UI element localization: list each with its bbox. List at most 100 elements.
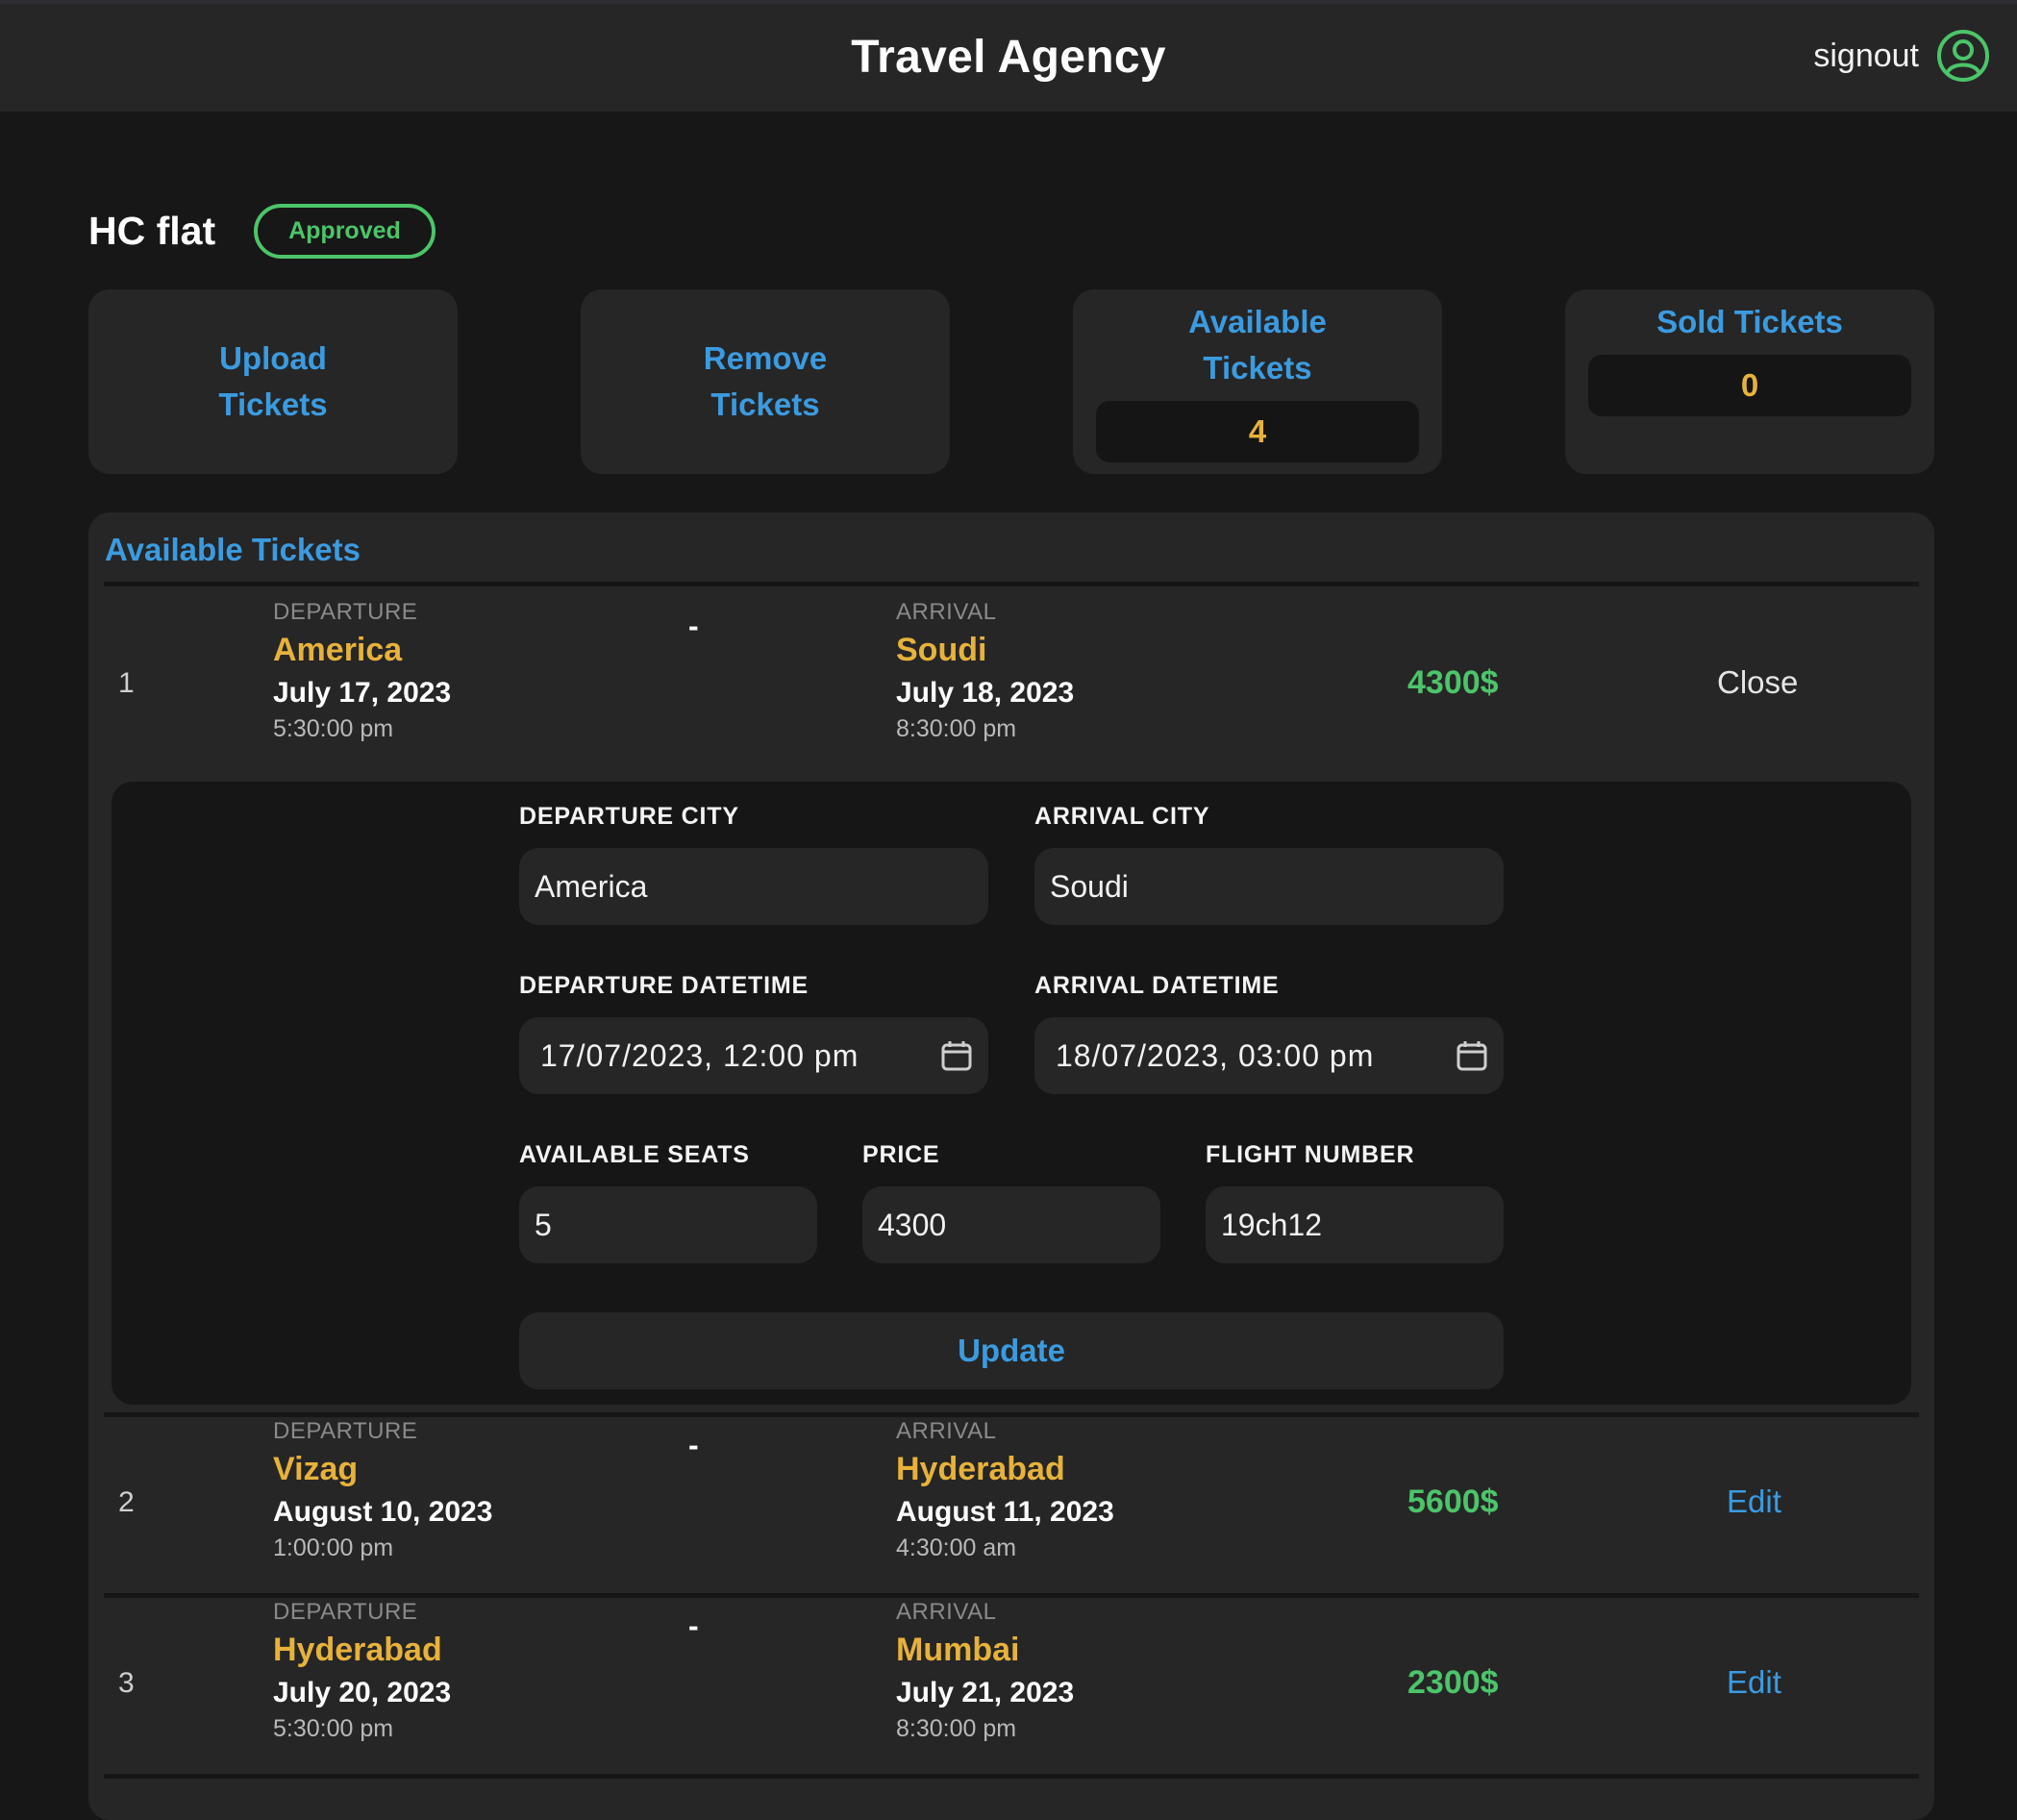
upload-tickets-label: Upload Tickets <box>218 340 328 422</box>
departure-info: DEPARTURE Hyderabad July 20, 2023 5:30:0… <box>273 1599 451 1743</box>
table-row: 2 DEPARTURE Vizag August 10, 2023 1:00:0… <box>104 1418 1919 1599</box>
departure-info: DEPARTURE Vizag August 10, 2023 1:00:00 … <box>273 1418 492 1562</box>
arrival-datetime-input[interactable]: 18/07/2023, 03:00 pm <box>1034 1017 1504 1094</box>
ticket-edit-form: DEPARTURE CITY America ARRIVAL CITY Soud… <box>112 782 1911 1405</box>
arrival-city-input[interactable]: Soudi <box>1034 848 1504 925</box>
remove-tickets-button[interactable]: Remove Tickets <box>581 289 950 474</box>
panel-title: Available Tickets <box>105 532 361 567</box>
available-seats-input[interactable]: 5 <box>519 1186 817 1263</box>
arrival-label: ARRIVAL <box>896 1418 997 1444</box>
signout-label: signout <box>1813 37 1919 74</box>
arrival-city: Hyderabad <box>896 1451 1065 1487</box>
summary-cards: Upload Tickets Remove Tickets Available … <box>88 289 1934 474</box>
top-bar: Travel Agency signout <box>0 4 2017 112</box>
sold-tickets-count: 0 <box>1588 355 1911 416</box>
price-value: 4300 <box>878 1207 947 1242</box>
available-tickets-panel: Available Tickets 1 DEPARTURE America Ju… <box>88 512 1934 1820</box>
departure-datetime-field: DEPARTURE DATETIME 17/07/2023, 12:00 pm <box>519 972 988 1094</box>
departure-datetime-input[interactable]: 17/07/2023, 12:00 pm <box>519 1017 988 1094</box>
price-input[interactable]: 4300 <box>862 1186 1160 1263</box>
row-index: 1 <box>118 667 135 699</box>
arrival-city-value: Soudi <box>1050 868 1129 904</box>
departure-date: July 20, 2023 <box>273 1677 452 1708</box>
calendar-icon[interactable] <box>1456 1039 1488 1072</box>
arrival-time: 4:30:00 am <box>896 1534 1017 1561</box>
divider <box>104 1412 1919 1417</box>
ticket-price: 5600$ <box>1407 1483 1499 1520</box>
arrival-datetime-label: ARRIVAL DATETIME <box>1034 972 1280 999</box>
available-seats-label: AVAILABLE SEATS <box>519 1141 750 1168</box>
arrival-datetime-field: ARRIVAL DATETIME 18/07/2023, 03:00 pm <box>1034 972 1504 1094</box>
remove-tickets-label: Remove Tickets <box>703 340 828 422</box>
edit-button[interactable]: Edit <box>1727 1664 1781 1701</box>
flight-number-field: FLIGHT NUMBER 19ch12 <box>1206 1141 1504 1263</box>
page-title: HC flat <box>88 209 216 253</box>
divider <box>104 1774 1919 1779</box>
arrival-date: August 11, 2023 <box>896 1496 1114 1528</box>
sold-tickets-label: Sold Tickets <box>1656 304 1843 339</box>
arrival-city-label: ARRIVAL CITY <box>1034 803 1210 830</box>
status-badge: Approved <box>254 204 436 259</box>
app-title: Travel Agency <box>851 32 1166 83</box>
arrival-time: 8:30:00 pm <box>896 1715 1017 1742</box>
page-heading: HC flat Approved <box>88 204 436 259</box>
departure-city: Vizag <box>273 1451 359 1487</box>
table-row: 3 DEPARTURE Hyderabad July 20, 2023 5:30… <box>104 1599 1919 1780</box>
price-field: PRICE 4300 <box>862 1141 1160 1263</box>
departure-time: 5:30:00 pm <box>273 1715 394 1742</box>
upload-tickets-button[interactable]: Upload Tickets <box>88 289 458 474</box>
arrival-label: ARRIVAL <box>896 1599 997 1625</box>
departure-city-label: DEPARTURE CITY <box>519 803 739 830</box>
route-separator: - <box>688 1428 699 1462</box>
route-separator: - <box>688 609 699 643</box>
row-index: 3 <box>118 1667 135 1699</box>
sold-tickets-card[interactable]: Sold Tickets 0 <box>1565 289 1934 474</box>
departure-city-value: America <box>535 868 648 904</box>
signout-button[interactable]: signout <box>1813 29 1990 83</box>
arrival-city: Soudi <box>896 632 987 668</box>
arrival-time: 8:30:00 pm <box>896 715 1017 742</box>
arrival-label: ARRIVAL <box>896 599 997 625</box>
departure-time: 1:00:00 pm <box>273 1534 394 1561</box>
departure-datetime-value: 17/07/2023, 12:00 pm <box>540 1037 859 1073</box>
flight-number-label: FLIGHT NUMBER <box>1206 1141 1415 1168</box>
table-row: 1 DEPARTURE America July 17, 2023 5:30:0… <box>104 599 1919 780</box>
departure-date: July 17, 2023 <box>273 677 452 709</box>
close-button[interactable]: Close <box>1717 664 1798 701</box>
arrival-city: Mumbai <box>896 1632 1020 1668</box>
arrival-datetime-value: 18/07/2023, 03:00 pm <box>1056 1037 1375 1073</box>
arrival-info: ARRIVAL Soudi July 18, 2023 8:30:00 pm <box>896 599 1074 743</box>
divider <box>104 582 1919 586</box>
arrival-info: ARRIVAL Mumbai July 21, 2023 8:30:00 pm <box>896 1599 1074 1743</box>
departure-info: DEPARTURE America July 17, 2023 5:30:00 … <box>273 599 451 743</box>
flight-number-value: 19ch12 <box>1221 1207 1322 1242</box>
edit-button[interactable]: Edit <box>1727 1483 1781 1520</box>
row-index: 2 <box>118 1486 135 1518</box>
calendar-icon[interactable] <box>940 1039 973 1072</box>
departure-city-field: DEPARTURE CITY America <box>519 803 988 925</box>
arrival-city-field: ARRIVAL CITY Soudi <box>1034 803 1504 925</box>
ticket-price: 2300$ <box>1407 1664 1499 1701</box>
departure-date: August 10, 2023 <box>273 1496 493 1528</box>
price-label: PRICE <box>862 1141 940 1168</box>
flight-number-input[interactable]: 19ch12 <box>1206 1186 1504 1263</box>
available-tickets-label: Available Tickets <box>1188 304 1327 386</box>
departure-city-input[interactable]: America <box>519 848 988 925</box>
departure-label: DEPARTURE <box>273 599 418 625</box>
arrival-date: July 21, 2023 <box>896 1677 1075 1708</box>
departure-datetime-label: DEPARTURE DATETIME <box>519 972 809 999</box>
available-tickets-card[interactable]: Available Tickets 4 <box>1073 289 1442 474</box>
update-button[interactable]: Update <box>519 1312 1504 1389</box>
arrival-info: ARRIVAL Hyderabad August 11, 2023 4:30:0… <box>896 1418 1114 1562</box>
departure-label: DEPARTURE <box>273 1418 418 1444</box>
departure-city: America <box>273 632 403 668</box>
available-seats-field: AVAILABLE SEATS 5 <box>519 1141 817 1263</box>
ticket-price: 4300$ <box>1407 664 1499 701</box>
available-seats-value: 5 <box>535 1207 552 1242</box>
arrival-date: July 18, 2023 <box>896 677 1075 709</box>
divider <box>104 1593 1919 1598</box>
departure-time: 5:30:00 pm <box>273 715 394 742</box>
user-circle-icon[interactable] <box>1936 29 1990 83</box>
departure-label: DEPARTURE <box>273 1599 418 1625</box>
available-tickets-count: 4 <box>1096 401 1419 462</box>
